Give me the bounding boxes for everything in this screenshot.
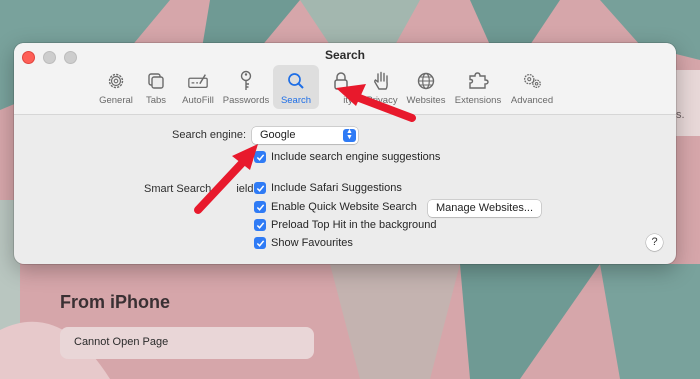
- arrow-to-search-tab: [336, 84, 416, 122]
- annotation-arrows: [194, 84, 416, 214]
- arrow-to-search-engine: [194, 144, 258, 214]
